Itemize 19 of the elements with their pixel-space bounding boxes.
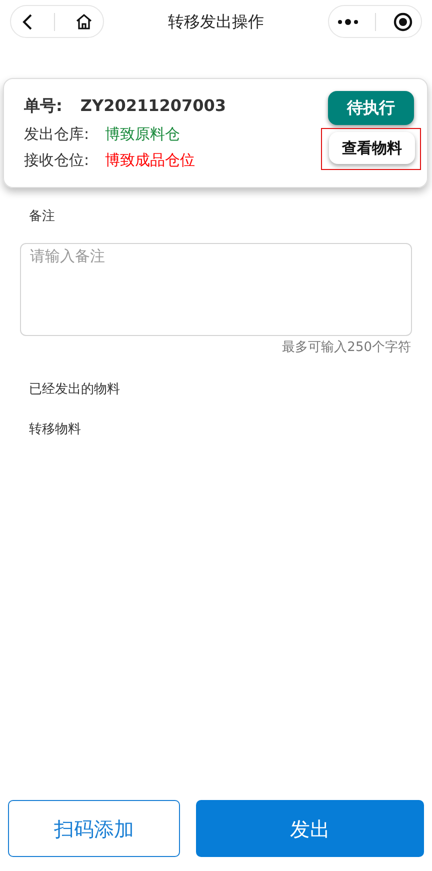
- send-button[interactable]: 发出: [196, 800, 424, 857]
- field-value: 博致原料仓: [105, 124, 180, 145]
- field-value: ZY20211207003: [80, 95, 226, 117]
- section-title: 转移物料: [28, 420, 82, 438]
- field-value: 博致成品仓位: [105, 150, 196, 171]
- section-title: 已经发出的物料: [28, 381, 121, 399]
- home-button[interactable]: [75, 13, 94, 30]
- page-title: 转移发出操作: [168, 10, 264, 32]
- close-button[interactable]: [392, 12, 413, 32]
- remark-label: 备注: [28, 208, 56, 226]
- status-button[interactable]: 待执行: [328, 91, 414, 125]
- remark-field[interactable]: 请输入备注: [20, 242, 412, 336]
- more-button[interactable]: [337, 18, 360, 24]
- scan-add-button[interactable]: 扫码添加: [8, 800, 180, 857]
- field-label: 发出仓库:: [24, 124, 90, 145]
- field-label: 接收仓位:: [24, 150, 90, 171]
- char-limit-hint: 最多可输入250个字符: [281, 338, 412, 356]
- field-label: 单号:: [24, 95, 62, 117]
- view-materials-button[interactable]: 查看物料: [329, 132, 415, 164]
